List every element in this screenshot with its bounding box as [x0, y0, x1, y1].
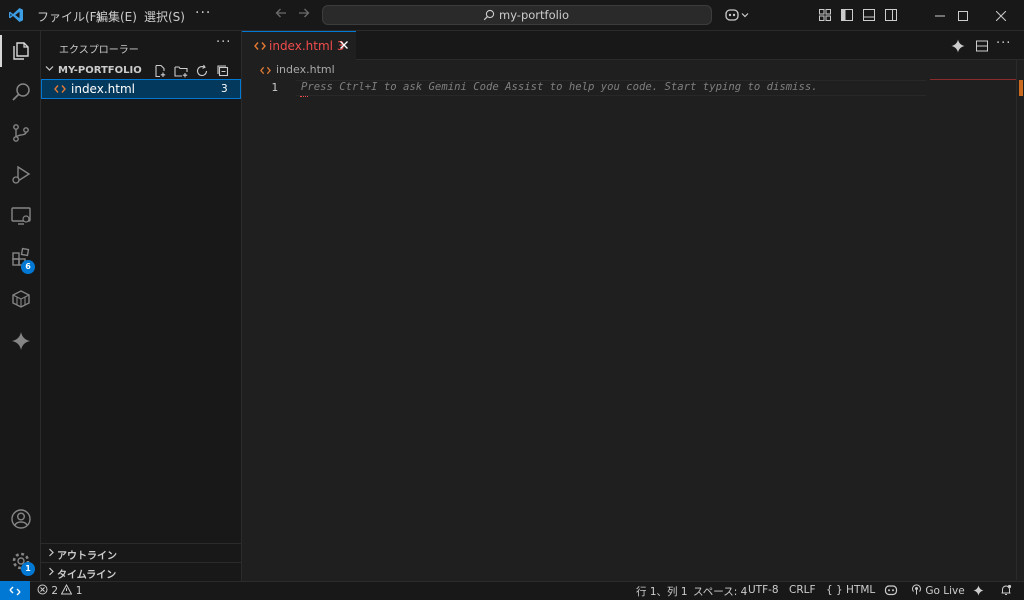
extensions-badge: 6 — [21, 260, 35, 274]
go-live-button[interactable]: Go Live — [911, 584, 965, 597]
language-mode[interactable]: { } HTML — [826, 584, 875, 596]
search-icon[interactable] — [0, 72, 41, 112]
new-file-icon[interactable] — [153, 64, 167, 78]
command-center-search[interactable]: my-portfolio — [322, 5, 712, 25]
menu-edit[interactable]: 編集(E) — [96, 8, 137, 25]
back-arrow-icon[interactable] — [274, 6, 288, 20]
line-ending[interactable]: CRLF — [789, 584, 816, 596]
html-file-icon — [260, 65, 271, 76]
remote-indicator-icon[interactable] — [0, 581, 30, 600]
account-icon[interactable] — [0, 499, 41, 539]
indentation[interactable]: スペース: 4 — [693, 584, 747, 599]
cursor-position[interactable]: 行 1、列 1 — [636, 584, 688, 599]
timeline-label: タイムライン — [57, 570, 117, 581]
gemini-ghost-hint: Press Ctrl+I to ask Gemini Code Assist t… — [301, 81, 818, 93]
chevron-right-icon — [47, 548, 56, 557]
title-bar: ファイル(F) 編集(E) 選択(S) ··· my-portfolio — [0, 0, 1024, 31]
folder-header[interactable]: MY-PORTFOLIO — [45, 64, 142, 76]
menu-selection[interactable]: 選択(S) — [144, 8, 185, 25]
editor-more-button[interactable]: ··· — [996, 36, 1011, 51]
settings-badge: 1 — [21, 562, 35, 576]
chevron-down-icon — [45, 64, 54, 76]
sidebar-title: エクスプローラー — [59, 45, 139, 56]
outline-label: アウトライン — [57, 551, 117, 562]
run-debug-icon[interactable] — [0, 155, 41, 195]
folder-name: MY-PORTFOLIO — [58, 65, 142, 76]
toggle-panel-icon[interactable] — [862, 8, 876, 22]
problems-indicator[interactable]: 2 1 — [37, 584, 82, 597]
copilot-status-icon[interactable] — [884, 583, 898, 597]
braces-icon: { } — [826, 584, 843, 596]
warning-icon — [61, 584, 73, 595]
refresh-icon[interactable] — [195, 64, 209, 78]
command-center-label: my-portfolio — [499, 8, 570, 22]
customize-layout-icon[interactable] — [818, 8, 832, 22]
html-file-icon — [254, 40, 266, 52]
status-bar: 2 1 行 1、列 1 スペース: 4 UTF-8 CRLF { } HTML … — [0, 581, 1024, 600]
overview-ruler-error-line — [930, 79, 1016, 80]
copilot-icon[interactable] — [724, 7, 750, 23]
breadcrumb-file: index.html — [276, 63, 335, 76]
gemini-chat-icon[interactable] — [951, 39, 965, 53]
collapse-all-icon[interactable] — [216, 64, 230, 78]
new-folder-icon[interactable] — [174, 64, 188, 78]
file-item-index-html[interactable]: index.html 3 — [41, 79, 241, 99]
close-window-button[interactable] — [978, 0, 1024, 31]
gemini-status-icon[interactable] — [973, 585, 984, 596]
gemini-icon[interactable] — [0, 321, 41, 361]
menu-more-button[interactable]: ··· — [195, 5, 211, 21]
timeline-section[interactable]: タイムライン — [41, 562, 241, 581]
editor-scrollbar[interactable] — [1016, 60, 1017, 580]
html-file-icon — [54, 83, 66, 95]
extensions-icon[interactable]: 6 — [0, 237, 41, 277]
error-squiggle — [300, 94, 308, 97]
outline-section[interactable]: アウトライン — [41, 543, 241, 562]
notifications-bell-icon[interactable] — [1000, 584, 1012, 596]
overview-ruler-marker — [1019, 80, 1023, 96]
vscode-logo-icon — [8, 7, 24, 23]
error-count: 2 — [51, 585, 59, 597]
close-icon[interactable] — [338, 39, 350, 51]
split-editor-icon[interactable] — [975, 39, 989, 53]
warning-count: 1 — [75, 585, 83, 597]
remote-explorer-icon[interactable] — [0, 196, 41, 236]
forward-arrow-icon[interactable] — [297, 6, 311, 20]
file-problem-count: 3 — [221, 83, 228, 95]
sidebar-more-button[interactable]: ··· — [216, 35, 231, 50]
tab-index-html[interactable]: index.html 3 — [242, 31, 356, 60]
explorer-icon[interactable] — [0, 31, 41, 71]
error-icon — [37, 584, 48, 595]
tab-label: index.html 3 — [269, 39, 345, 53]
chevron-right-icon — [47, 567, 56, 576]
activity-bar: 6 1 — [0, 31, 41, 581]
settings-gear-icon[interactable]: 1 — [0, 541, 41, 581]
file-name: index.html — [71, 82, 135, 96]
toggle-primary-sidebar-icon[interactable] — [840, 8, 854, 22]
broadcast-icon — [912, 584, 921, 595]
containers-icon[interactable] — [0, 279, 41, 319]
editor-tab-bar: index.html 3 — [242, 31, 1024, 60]
toggle-secondary-sidebar-icon[interactable] — [884, 8, 898, 22]
explorer-sidebar: エクスプローラー ··· MY-PORTFOLIO index.html 3 ア… — [41, 31, 242, 581]
encoding[interactable]: UTF-8 — [748, 584, 779, 596]
source-control-icon[interactable] — [0, 113, 41, 153]
search-icon — [483, 9, 495, 21]
line-number: 1 — [271, 81, 278, 94]
menu-file[interactable]: ファイル(F) — [37, 8, 101, 25]
